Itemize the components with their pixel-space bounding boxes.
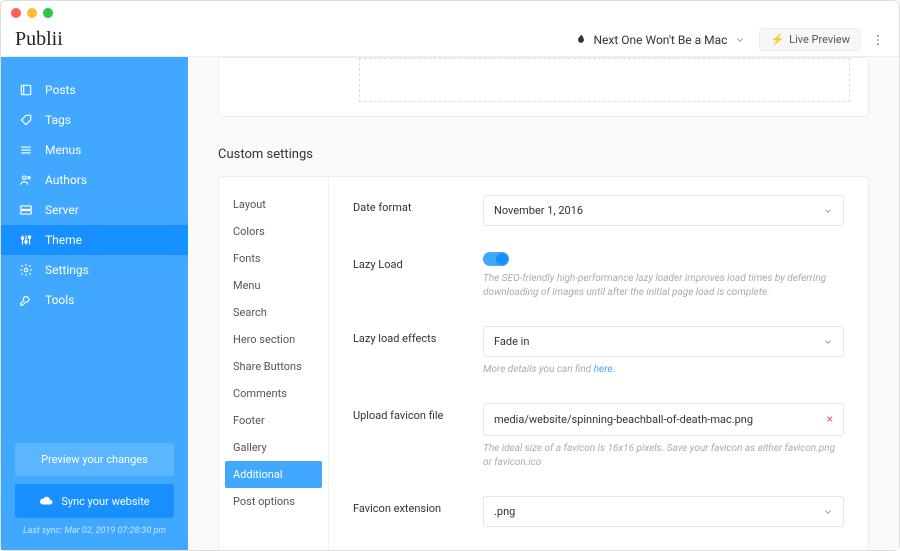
dashed-placeholder (359, 58, 850, 102)
favicon-file-input[interactable]: media/website/spinning-beachball-of-deat… (483, 403, 844, 436)
sidebar-item-server[interactable]: Server (1, 195, 188, 225)
sidebar-item-label: Settings (45, 263, 89, 277)
tools-icon (19, 293, 33, 307)
preview-changes-label: Preview your changes (41, 453, 148, 466)
lazy-effects-help: More details you can find here. (483, 363, 844, 377)
settings-card: Layout Colors Fonts Menu Search Hero sec… (218, 176, 869, 550)
live-preview-label: Live Preview (789, 33, 850, 46)
tags-icon (19, 113, 33, 127)
kebab-icon[interactable] (861, 33, 885, 47)
section-title: Custom settings (218, 147, 869, 162)
tab-comments[interactable]: Comments (219, 380, 328, 407)
sidebar-bottom: Preview your changes Sync your website L… (1, 433, 188, 550)
row-date-format: Date format November 1, 2016 (353, 195, 844, 226)
main-content: Custom settings Layout Colors Fonts Menu… (188, 57, 899, 550)
lazy-effects-select[interactable]: Fade in (483, 326, 844, 357)
tab-fonts[interactable]: Fonts (219, 245, 328, 272)
authors-icon (19, 173, 33, 187)
chevron-down-icon (823, 337, 833, 347)
tab-colors[interactable]: Colors (219, 218, 328, 245)
sidebar-item-label: Tools (45, 293, 74, 307)
sidebar-item-theme[interactable]: Theme (1, 225, 188, 255)
chevron-down-icon[interactable] (735, 35, 745, 45)
live-preview-button[interactable]: ⚡ Live Preview (759, 28, 861, 51)
sidebar-item-tools[interactable]: Tools (1, 285, 188, 315)
sidebar-item-posts[interactable]: Posts (1, 75, 188, 105)
lazy-load-toggle[interactable] (483, 252, 509, 266)
sync-website-button[interactable]: Sync your website (15, 484, 174, 518)
tab-hero-section[interactable]: Hero section (219, 326, 328, 353)
mac-window-dots (11, 8, 53, 18)
favicon-ext-select[interactable]: .png (483, 496, 844, 527)
favicon-ext-label: Favicon extension (353, 496, 483, 515)
row-lazy-load: Lazy Load The SEO-friendly high-performa… (353, 252, 844, 300)
flame-icon (574, 33, 588, 47)
favicon-file-label: Upload favicon file (353, 403, 483, 422)
favicon-file-help: The ideal size of a favicon is 16x16 pix… (483, 442, 844, 470)
sidebar-item-label: Server (45, 203, 79, 217)
theme-icon (19, 233, 33, 247)
favicon-ext-value: .png (494, 505, 515, 518)
toggle-knob (496, 253, 508, 265)
sidebar-item-authors[interactable]: Authors (1, 165, 188, 195)
sidebar-nav: Posts Tags Menus Authors Server Theme (1, 57, 188, 433)
lazy-effects-help-link[interactable]: here (594, 364, 613, 375)
last-sync-text: Last sync: Mar 02, 2019 07:28:30 pm (15, 526, 174, 536)
form-area: Date format November 1, 2016 Lazy Load (329, 177, 868, 550)
prev-section-card (218, 57, 869, 117)
tab-menu[interactable]: Menu (219, 272, 328, 299)
sync-website-label: Sync your website (61, 495, 149, 508)
row-favicon-ext: Favicon extension .png (353, 496, 844, 527)
date-format-select[interactable]: November 1, 2016 (483, 195, 844, 226)
lazy-load-help: The SEO-friendly high-performance lazy l… (483, 272, 844, 300)
posts-icon (19, 83, 33, 97)
sidebar-item-label: Theme (45, 233, 82, 247)
date-format-label: Date format (353, 195, 483, 214)
lazy-load-label: Lazy Load (353, 252, 483, 271)
lazy-effects-label: Lazy load effects (353, 326, 483, 345)
settings-tabs: Layout Colors Fonts Menu Search Hero sec… (219, 177, 329, 550)
sidebar-item-label: Posts (45, 83, 76, 97)
cloud-icon (39, 494, 53, 508)
tab-post-options[interactable]: Post options (219, 488, 328, 515)
tab-layout[interactable]: Layout (219, 191, 328, 218)
clear-favicon-icon[interactable]: × (827, 412, 833, 426)
tab-footer[interactable]: Footer (219, 407, 328, 434)
mac-max-dot[interactable] (43, 8, 53, 18)
sidebar-item-settings[interactable]: Settings (1, 255, 188, 285)
row-lazy-effects: Lazy load effects Fade in More details y… (353, 326, 844, 377)
date-format-value: November 1, 2016 (494, 204, 583, 217)
chevron-down-icon (823, 206, 833, 216)
mac-min-dot[interactable] (27, 8, 37, 18)
tab-gallery[interactable]: Gallery (219, 434, 328, 461)
sidebar: Posts Tags Menus Authors Server Theme (1, 57, 188, 550)
sidebar-item-tags[interactable]: Tags (1, 105, 188, 135)
row-favicon-file: Upload favicon file media/website/spinni… (353, 403, 844, 470)
tab-search[interactable]: Search (219, 299, 328, 326)
sidebar-item-label: Menus (45, 143, 81, 157)
settings-icon (19, 263, 33, 277)
site-name[interactable]: Next One Won't Be a Mac (594, 33, 728, 47)
favicon-file-value: media/website/spinning-beachball-of-deat… (494, 412, 753, 427)
lazy-effects-value: Fade in (494, 335, 529, 348)
sidebar-item-label: Tags (45, 113, 71, 127)
menus-icon (19, 143, 33, 157)
server-icon (19, 203, 33, 217)
tab-share-buttons[interactable]: Share Buttons (219, 353, 328, 380)
bolt-icon: ⚡ (770, 33, 784, 46)
topbar: Publii Next One Won't Be a Mac ⚡ Live Pr… (1, 23, 899, 57)
preview-changes-button[interactable]: Preview your changes (15, 443, 174, 476)
chevron-down-icon (823, 507, 833, 517)
app-logo: Publii (15, 28, 63, 51)
sidebar-item-menus[interactable]: Menus (1, 135, 188, 165)
tab-additional[interactable]: Additional (225, 461, 322, 488)
mac-close-dot[interactable] (11, 8, 21, 18)
sidebar-item-label: Authors (45, 173, 87, 187)
titlebar (1, 1, 899, 23)
